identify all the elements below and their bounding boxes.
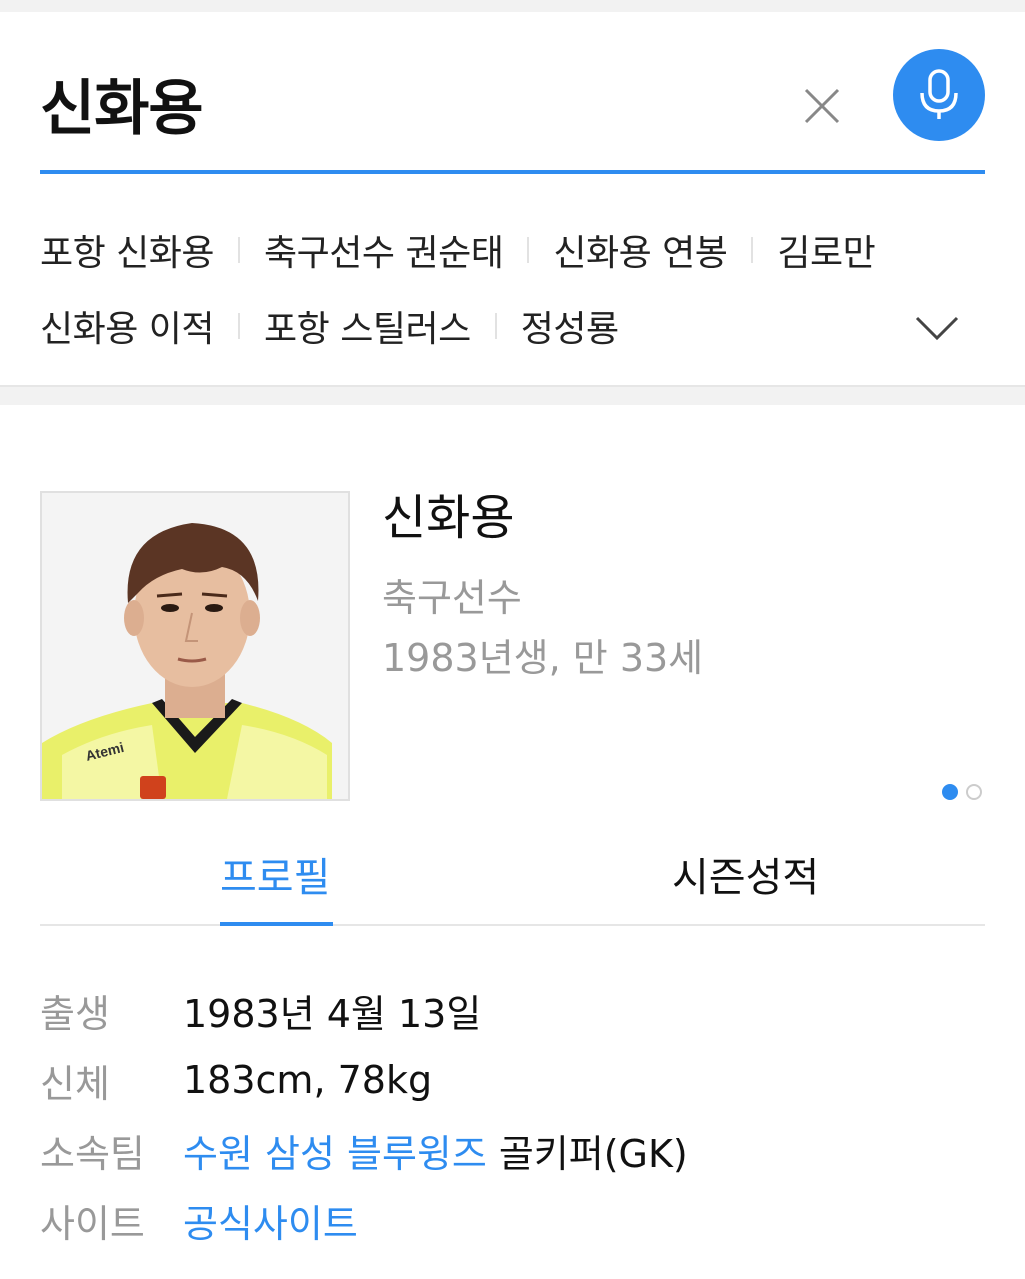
related-row-1: 포항 신화용 축구선수 권순태 신화용 연봉 김로만 — [40, 220, 985, 280]
top-strip — [0, 0, 1025, 12]
expand-related-button[interactable] — [913, 308, 961, 348]
tab-season-stats[interactable]: 시즌성적 — [672, 848, 819, 908]
search-area: 신화용 포항 신화용 축구선수 권순태 신화용 연봉 김로만 신화용 이적 포항… — [0, 12, 1025, 385]
official-site-link[interactable]: 공식사이트 — [183, 1193, 358, 1248]
info-row-body: 신체 183cm, 78kg — [40, 1045, 985, 1115]
clear-search-button[interactable] — [798, 82, 846, 130]
related-searches: 포항 신화용 축구선수 권순태 신화용 연봉 김로만 신화용 이적 포항 스틸러… — [40, 220, 985, 372]
team-position: 골키퍼(GK) — [498, 1131, 688, 1176]
separator — [238, 237, 241, 263]
related-row-2: 신화용 이적 포항 스틸러스 정성룡 — [40, 296, 985, 356]
info-label: 신체 — [40, 1061, 110, 1106]
separator — [527, 237, 530, 263]
carousel-dot[interactable] — [966, 784, 982, 800]
profile-tabs: 프로필 시즌성적 — [40, 840, 985, 926]
search-input[interactable]: 신화용 — [40, 74, 204, 144]
player-occupation: 축구선수 — [382, 576, 522, 620]
player-photo[interactable]: Atemi — [40, 491, 350, 801]
info-label: 출생 — [40, 991, 110, 1036]
info-value: 1983년 4월 13일 — [183, 991, 482, 1036]
close-icon — [804, 88, 840, 124]
related-item[interactable]: 축구선수 권순태 — [264, 224, 504, 276]
active-tab-underline — [220, 922, 333, 926]
info-row-team: 소속팀 수원 삼성 블루윙즈 골키퍼(GK) — [40, 1115, 985, 1185]
profile-info: 출생 1983년 4월 13일 신체 183cm, 78kg 소속팀 수원 삼성… — [40, 975, 985, 1255]
info-row-birth: 출생 1983년 4월 13일 — [40, 975, 985, 1045]
player-name: 신화용 — [382, 490, 515, 546]
separator — [751, 237, 754, 263]
search-results-page: 신화용 포항 신화용 축구선수 권순태 신화용 연봉 김로만 신화용 이적 포항… — [0, 0, 1025, 1279]
microphone-icon — [920, 69, 958, 119]
carousel-dot-active[interactable] — [942, 784, 958, 800]
separator — [238, 313, 241, 339]
carousel-indicator — [942, 784, 982, 800]
related-item[interactable]: 포항 스틸러스 — [264, 300, 471, 352]
related-item[interactable]: 신화용 이적 — [40, 300, 215, 352]
separator — [494, 313, 497, 339]
related-item[interactable]: 정성룡 — [521, 300, 619, 352]
voice-search-button[interactable] — [893, 49, 985, 141]
player-age: 1983년생, 만 33세 — [382, 636, 704, 680]
team-link[interactable]: 수원 삼성 블루윙즈 — [183, 1123, 487, 1178]
tab-profile[interactable]: 프로필 — [220, 848, 330, 908]
chevron-down-icon — [915, 316, 959, 341]
info-label: 소속팀 — [40, 1131, 145, 1176]
related-item[interactable]: 포항 신화용 — [40, 224, 215, 276]
player-portrait: Atemi — [42, 493, 348, 799]
related-item[interactable]: 신화용 연봉 — [553, 224, 728, 276]
section-divider — [0, 385, 1025, 405]
info-value: 183cm, 78kg — [183, 1058, 433, 1102]
info-row-site: 사이트 공식사이트 — [40, 1185, 985, 1255]
info-label: 사이트 — [40, 1201, 145, 1246]
related-item[interactable]: 김로만 — [777, 224, 875, 276]
search-underline — [40, 170, 985, 174]
